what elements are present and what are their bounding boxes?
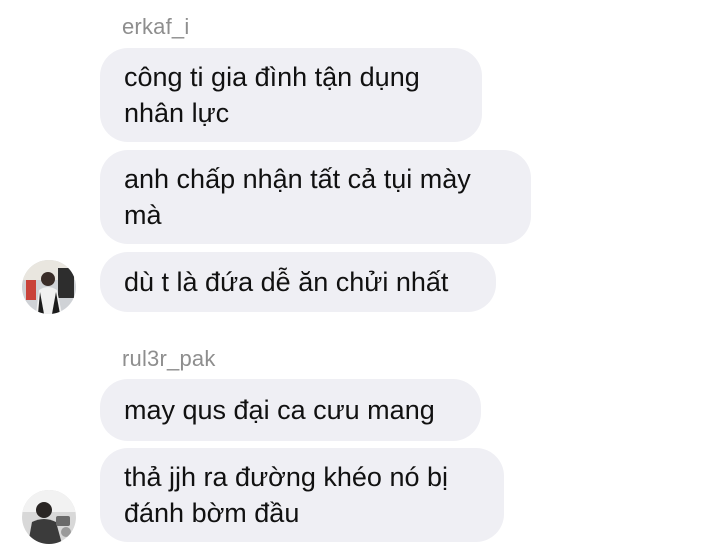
message-bubble[interactable]: anh chấp nhận tất cả tụi mày mà [100, 150, 531, 244]
message-text: thả jjh ra đường khéo nó bị đánh bờm đầu [124, 462, 448, 528]
message-bubble[interactable]: công ti gia đình tận dụng nhân lực [100, 48, 482, 142]
message-bubble[interactable]: may qus đại ca cưu mang [100, 379, 481, 441]
sender-name-rul3r: rul3r_pak [122, 346, 216, 371]
message-text: anh chấp nhận tất cả tụi mày mà [124, 164, 471, 230]
message-bubble[interactable]: dù t là đứa dễ ăn chửi nhất [100, 252, 496, 312]
message-text: dù t là đứa dễ ăn chửi nhất [124, 267, 449, 297]
message-text: may qus đại ca cưu mang [124, 395, 435, 425]
avatar-photo-icon [22, 260, 76, 314]
sender-avatar[interactable] [22, 260, 76, 314]
sender-avatar[interactable] [22, 490, 76, 544]
sender-name-erkaf: erkaf_i [122, 14, 190, 39]
message-bubble[interactable]: thả jjh ra đường khéo nó bị đánh bờm đầu [100, 448, 504, 542]
message-text: công ti gia đình tận dụng nhân lực [124, 62, 420, 128]
avatar-photo-icon [22, 490, 76, 544]
